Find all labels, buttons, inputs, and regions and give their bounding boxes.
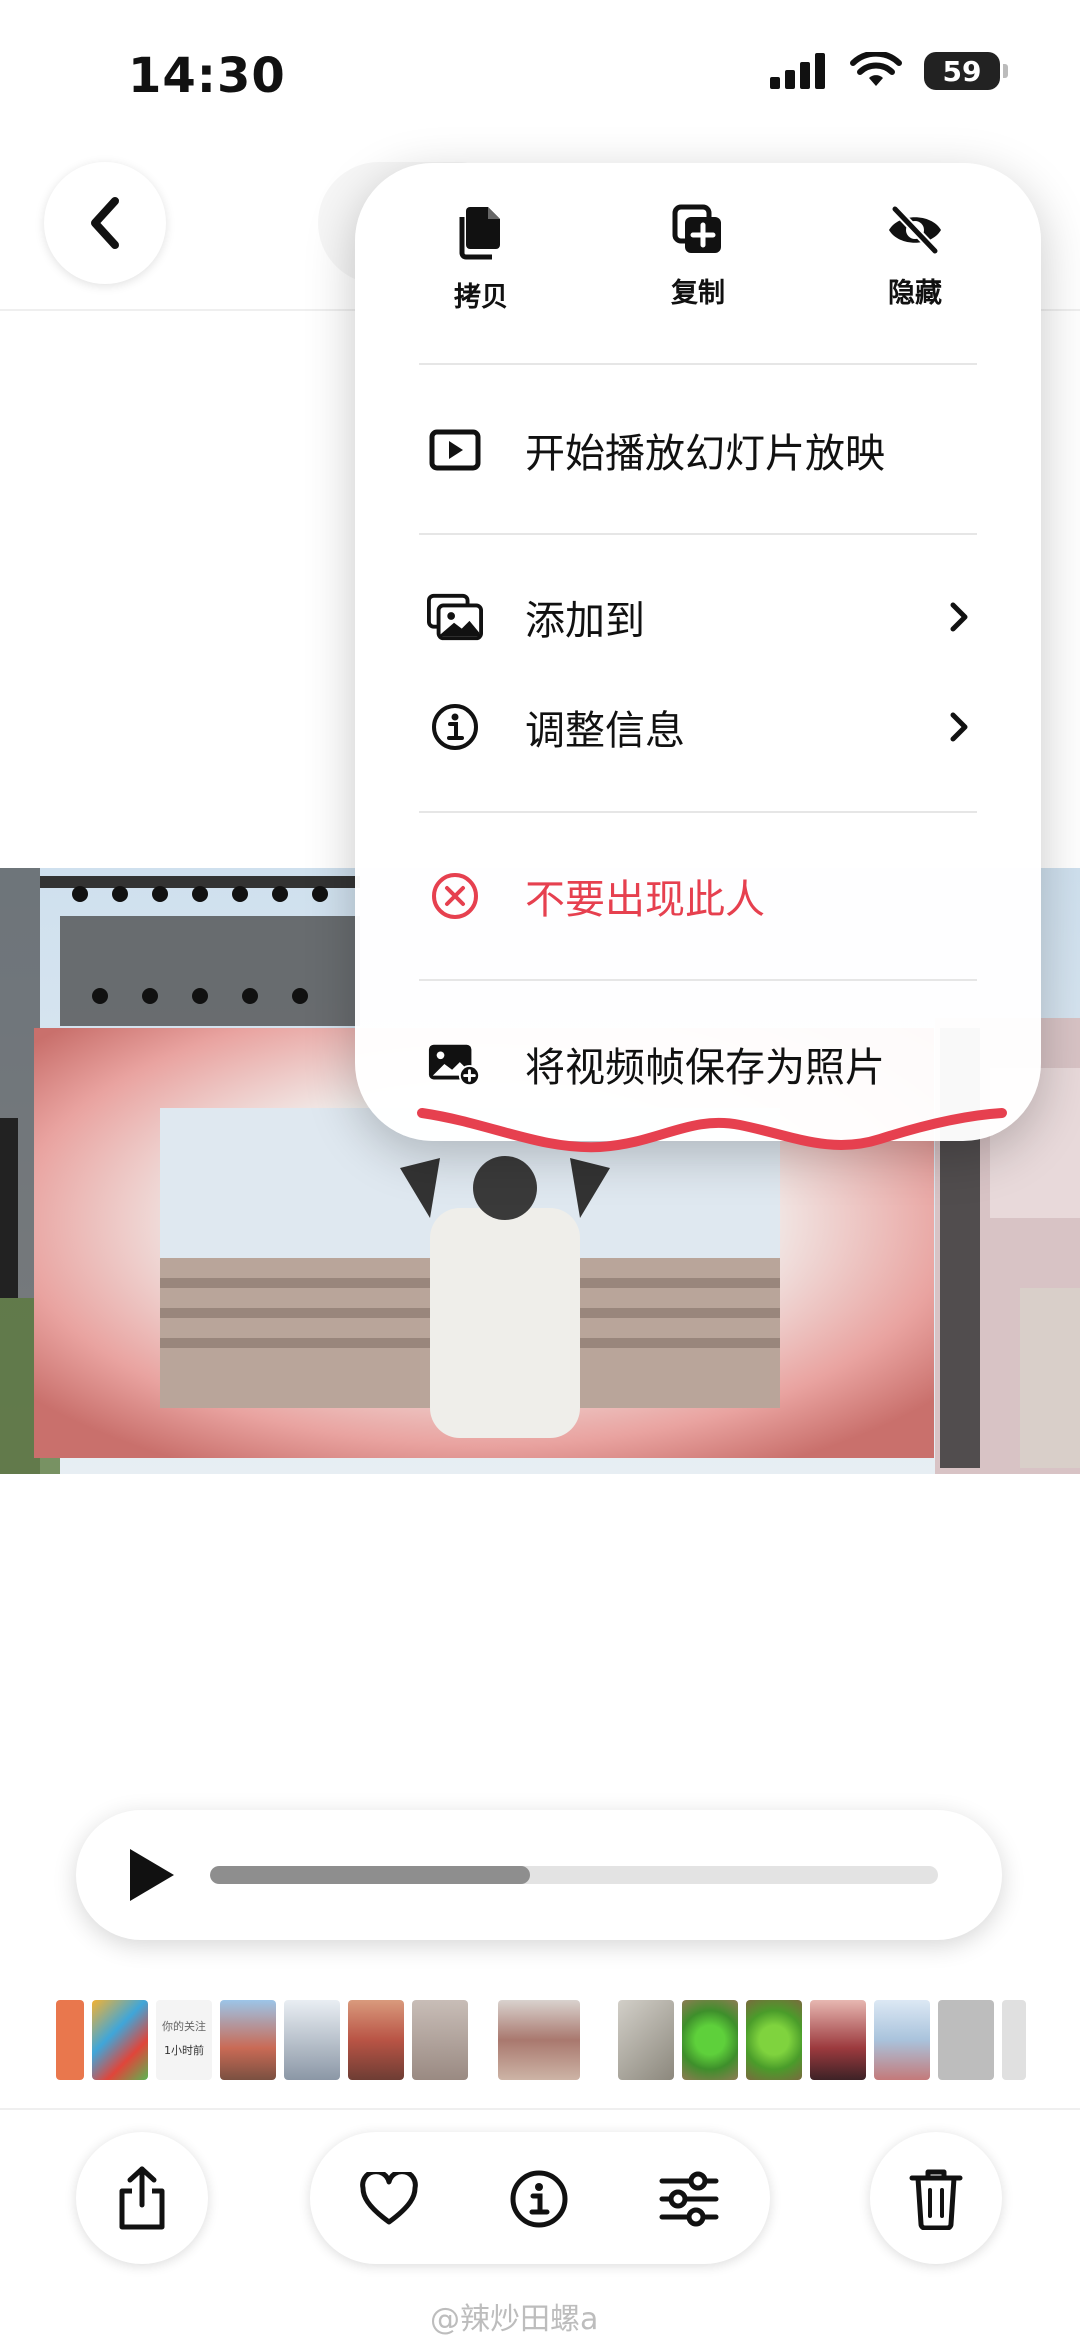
duplicate-button[interactable]: 复制 bbox=[618, 203, 778, 310]
share-button[interactable] bbox=[76, 2132, 208, 2264]
menu-item-add-to[interactable]: 添加到 bbox=[355, 567, 1041, 667]
chevron-right-icon bbox=[947, 597, 977, 637]
menu-divider bbox=[419, 363, 977, 365]
info-icon bbox=[427, 699, 483, 755]
menu-item-adjust-info[interactable]: 调整信息 bbox=[355, 677, 1041, 777]
save-frame-icon bbox=[427, 1036, 483, 1092]
battery-indicator: 59 bbox=[924, 52, 1008, 90]
thumbnail[interactable] bbox=[746, 2000, 802, 2080]
bottom-divider bbox=[0, 2108, 1080, 2110]
eye-slash-icon bbox=[889, 204, 941, 256]
trash-icon bbox=[909, 2169, 963, 2230]
action-pill bbox=[310, 2132, 770, 2264]
remove-person-icon bbox=[427, 868, 483, 924]
video-scrubber[interactable] bbox=[210, 1866, 938, 1884]
thumbnail[interactable] bbox=[284, 2000, 340, 2080]
copy-button[interactable]: 拷贝 bbox=[401, 203, 561, 314]
back-button[interactable] bbox=[44, 162, 166, 284]
slideshow-icon bbox=[427, 422, 483, 478]
delete-button[interactable] bbox=[870, 2132, 1002, 2264]
video-player-bar bbox=[76, 1810, 1002, 1940]
play-button[interactable] bbox=[116, 1840, 186, 1910]
chevron-left-icon bbox=[91, 197, 119, 249]
menu-item-label: 开始播放幻灯片放映 bbox=[525, 431, 885, 477]
thumbnail[interactable] bbox=[874, 2000, 930, 2080]
thumbnail[interactable] bbox=[810, 2000, 866, 2080]
context-menu: 拷贝 复制 隐藏 开始播放幻灯片放映 添加到 调整信息 不要出现此人 将视频帧保… bbox=[355, 163, 1041, 1141]
menu-item-label: 不要出现此人 bbox=[525, 877, 765, 923]
menu-item-label: 将视频帧保存为照片 bbox=[525, 1045, 885, 1091]
thumbnail[interactable] bbox=[938, 2000, 994, 2080]
menu-item-label: 调整信息 bbox=[525, 708, 685, 754]
copy-icon bbox=[459, 207, 500, 260]
status-icons: 59 bbox=[770, 52, 1008, 90]
copy-label: 拷贝 bbox=[454, 282, 508, 313]
hide-label: 隐藏 bbox=[888, 278, 942, 309]
thumbnail[interactable] bbox=[348, 2000, 404, 2080]
thumbnail-text: 1小时前 bbox=[164, 2044, 204, 2057]
scrubber-progress bbox=[210, 1866, 531, 1884]
heart-icon bbox=[360, 2172, 418, 2225]
add-to-album-icon bbox=[427, 589, 483, 645]
status-time: 14:30 bbox=[128, 48, 286, 104]
menu-divider bbox=[419, 811, 977, 813]
favorite-button[interactable] bbox=[358, 2168, 420, 2230]
menu-divider bbox=[419, 979, 977, 981]
thumbnail[interactable] bbox=[682, 2000, 738, 2080]
thumbnail-strip[interactable]: 你的关注 1小时前 bbox=[56, 2000, 1026, 2080]
duplicate-label: 复制 bbox=[671, 278, 725, 309]
info-icon bbox=[510, 2170, 568, 2228]
thumbnail[interactable] bbox=[498, 2000, 580, 2080]
annotation-scribble bbox=[417, 1108, 1007, 1153]
adjust-icon bbox=[659, 2171, 719, 2227]
thumbnail[interactable] bbox=[56, 2000, 84, 2080]
hide-button[interactable]: 隐藏 bbox=[835, 203, 995, 310]
menu-item-label: 添加到 bbox=[525, 598, 645, 644]
duplicate-icon bbox=[672, 204, 721, 253]
menu-item-slideshow[interactable]: 开始播放幻灯片放映 bbox=[355, 400, 1041, 500]
thumbnail-text: 你的关注 bbox=[162, 2020, 206, 2033]
play-icon bbox=[130, 1849, 174, 1901]
cellular-signal-icon bbox=[770, 53, 825, 89]
chevron-right-icon bbox=[947, 707, 977, 747]
edit-button[interactable] bbox=[658, 2168, 720, 2230]
thumbnail[interactable] bbox=[412, 2000, 468, 2080]
thumbnail[interactable] bbox=[618, 2000, 674, 2080]
thumbnail[interactable]: 你的关注 1小时前 bbox=[156, 2000, 212, 2080]
share-icon bbox=[119, 2166, 165, 2230]
thumbnail[interactable] bbox=[92, 2000, 148, 2080]
quick-actions-row: 拷贝 复制 隐藏 bbox=[355, 203, 1041, 343]
wifi-icon bbox=[850, 52, 902, 86]
info-button[interactable] bbox=[508, 2168, 570, 2230]
menu-divider bbox=[419, 533, 977, 535]
thumbnail[interactable] bbox=[220, 2000, 276, 2080]
watermark: @辣炒田螺a bbox=[430, 2302, 599, 2337]
menu-item-hide-person[interactable]: 不要出现此人 bbox=[355, 846, 1041, 946]
thumbnail[interactable] bbox=[1002, 2000, 1026, 2080]
